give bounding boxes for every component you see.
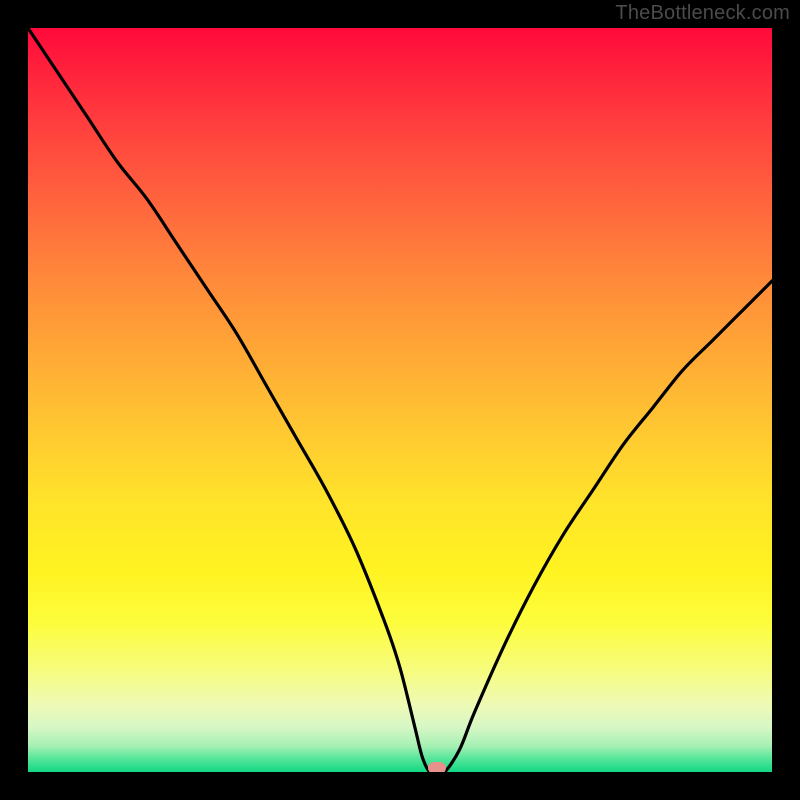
bottleneck-curve	[28, 28, 772, 772]
optimum-marker	[428, 762, 446, 772]
plot-area	[28, 28, 772, 772]
chart-frame: TheBottleneck.com	[0, 0, 800, 800]
watermark-text: TheBottleneck.com	[615, 2, 790, 25]
